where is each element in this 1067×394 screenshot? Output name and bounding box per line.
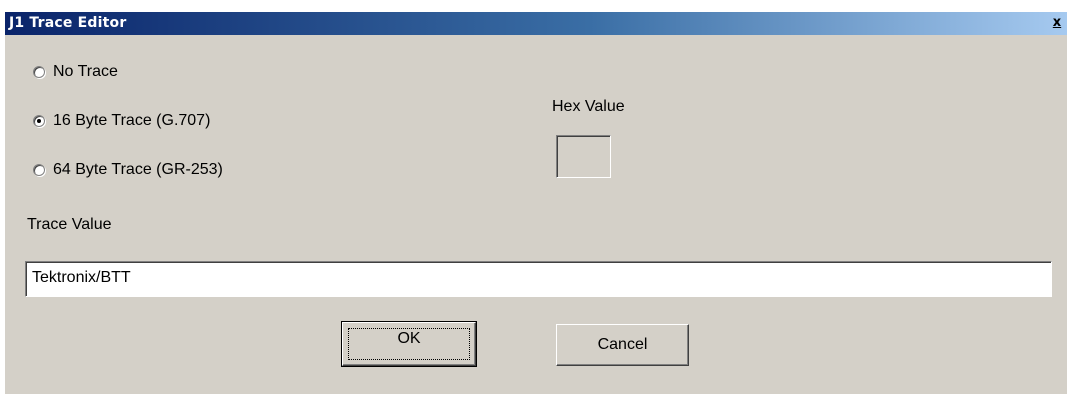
radio-label-no-trace: No Trace [53, 63, 118, 80]
radio-no-trace[interactable]: No Trace [33, 63, 118, 81]
radio-button-icon[interactable] [33, 115, 45, 127]
trace-value-label: Trace Value [27, 216, 112, 233]
radio-button-icon[interactable] [33, 164, 45, 176]
cancel-button[interactable]: Cancel [556, 324, 689, 366]
close-icon[interactable]: x [1048, 14, 1066, 32]
radio-label-16-byte-trace: 16 Byte Trace (G.707) [53, 112, 211, 129]
title-bar[interactable]: J1 Trace Editor x [5, 12, 1067, 35]
radio-64-byte-trace[interactable]: 64 Byte Trace (GR-253) [33, 161, 223, 179]
ok-button-label: OK [348, 328, 470, 360]
hex-value-field[interactable] [556, 135, 611, 178]
radio-selected-dot-icon [37, 119, 41, 123]
window-title: J1 Trace Editor [9, 15, 127, 31]
hex-value-label: Hex Value [552, 98, 625, 115]
radio-label-64-byte-trace: 64 Byte Trace (GR-253) [53, 161, 223, 178]
radio-button-icon[interactable] [33, 66, 45, 78]
ok-button[interactable]: OK [341, 321, 477, 367]
radio-16-byte-trace[interactable]: 16 Byte Trace (G.707) [33, 112, 210, 130]
trace-value-input[interactable]: Tektronix/BTT [25, 261, 1052, 297]
j1-trace-editor-dialog: J1 Trace Editor x No Trace 16 Byte Trace… [4, 12, 1067, 394]
